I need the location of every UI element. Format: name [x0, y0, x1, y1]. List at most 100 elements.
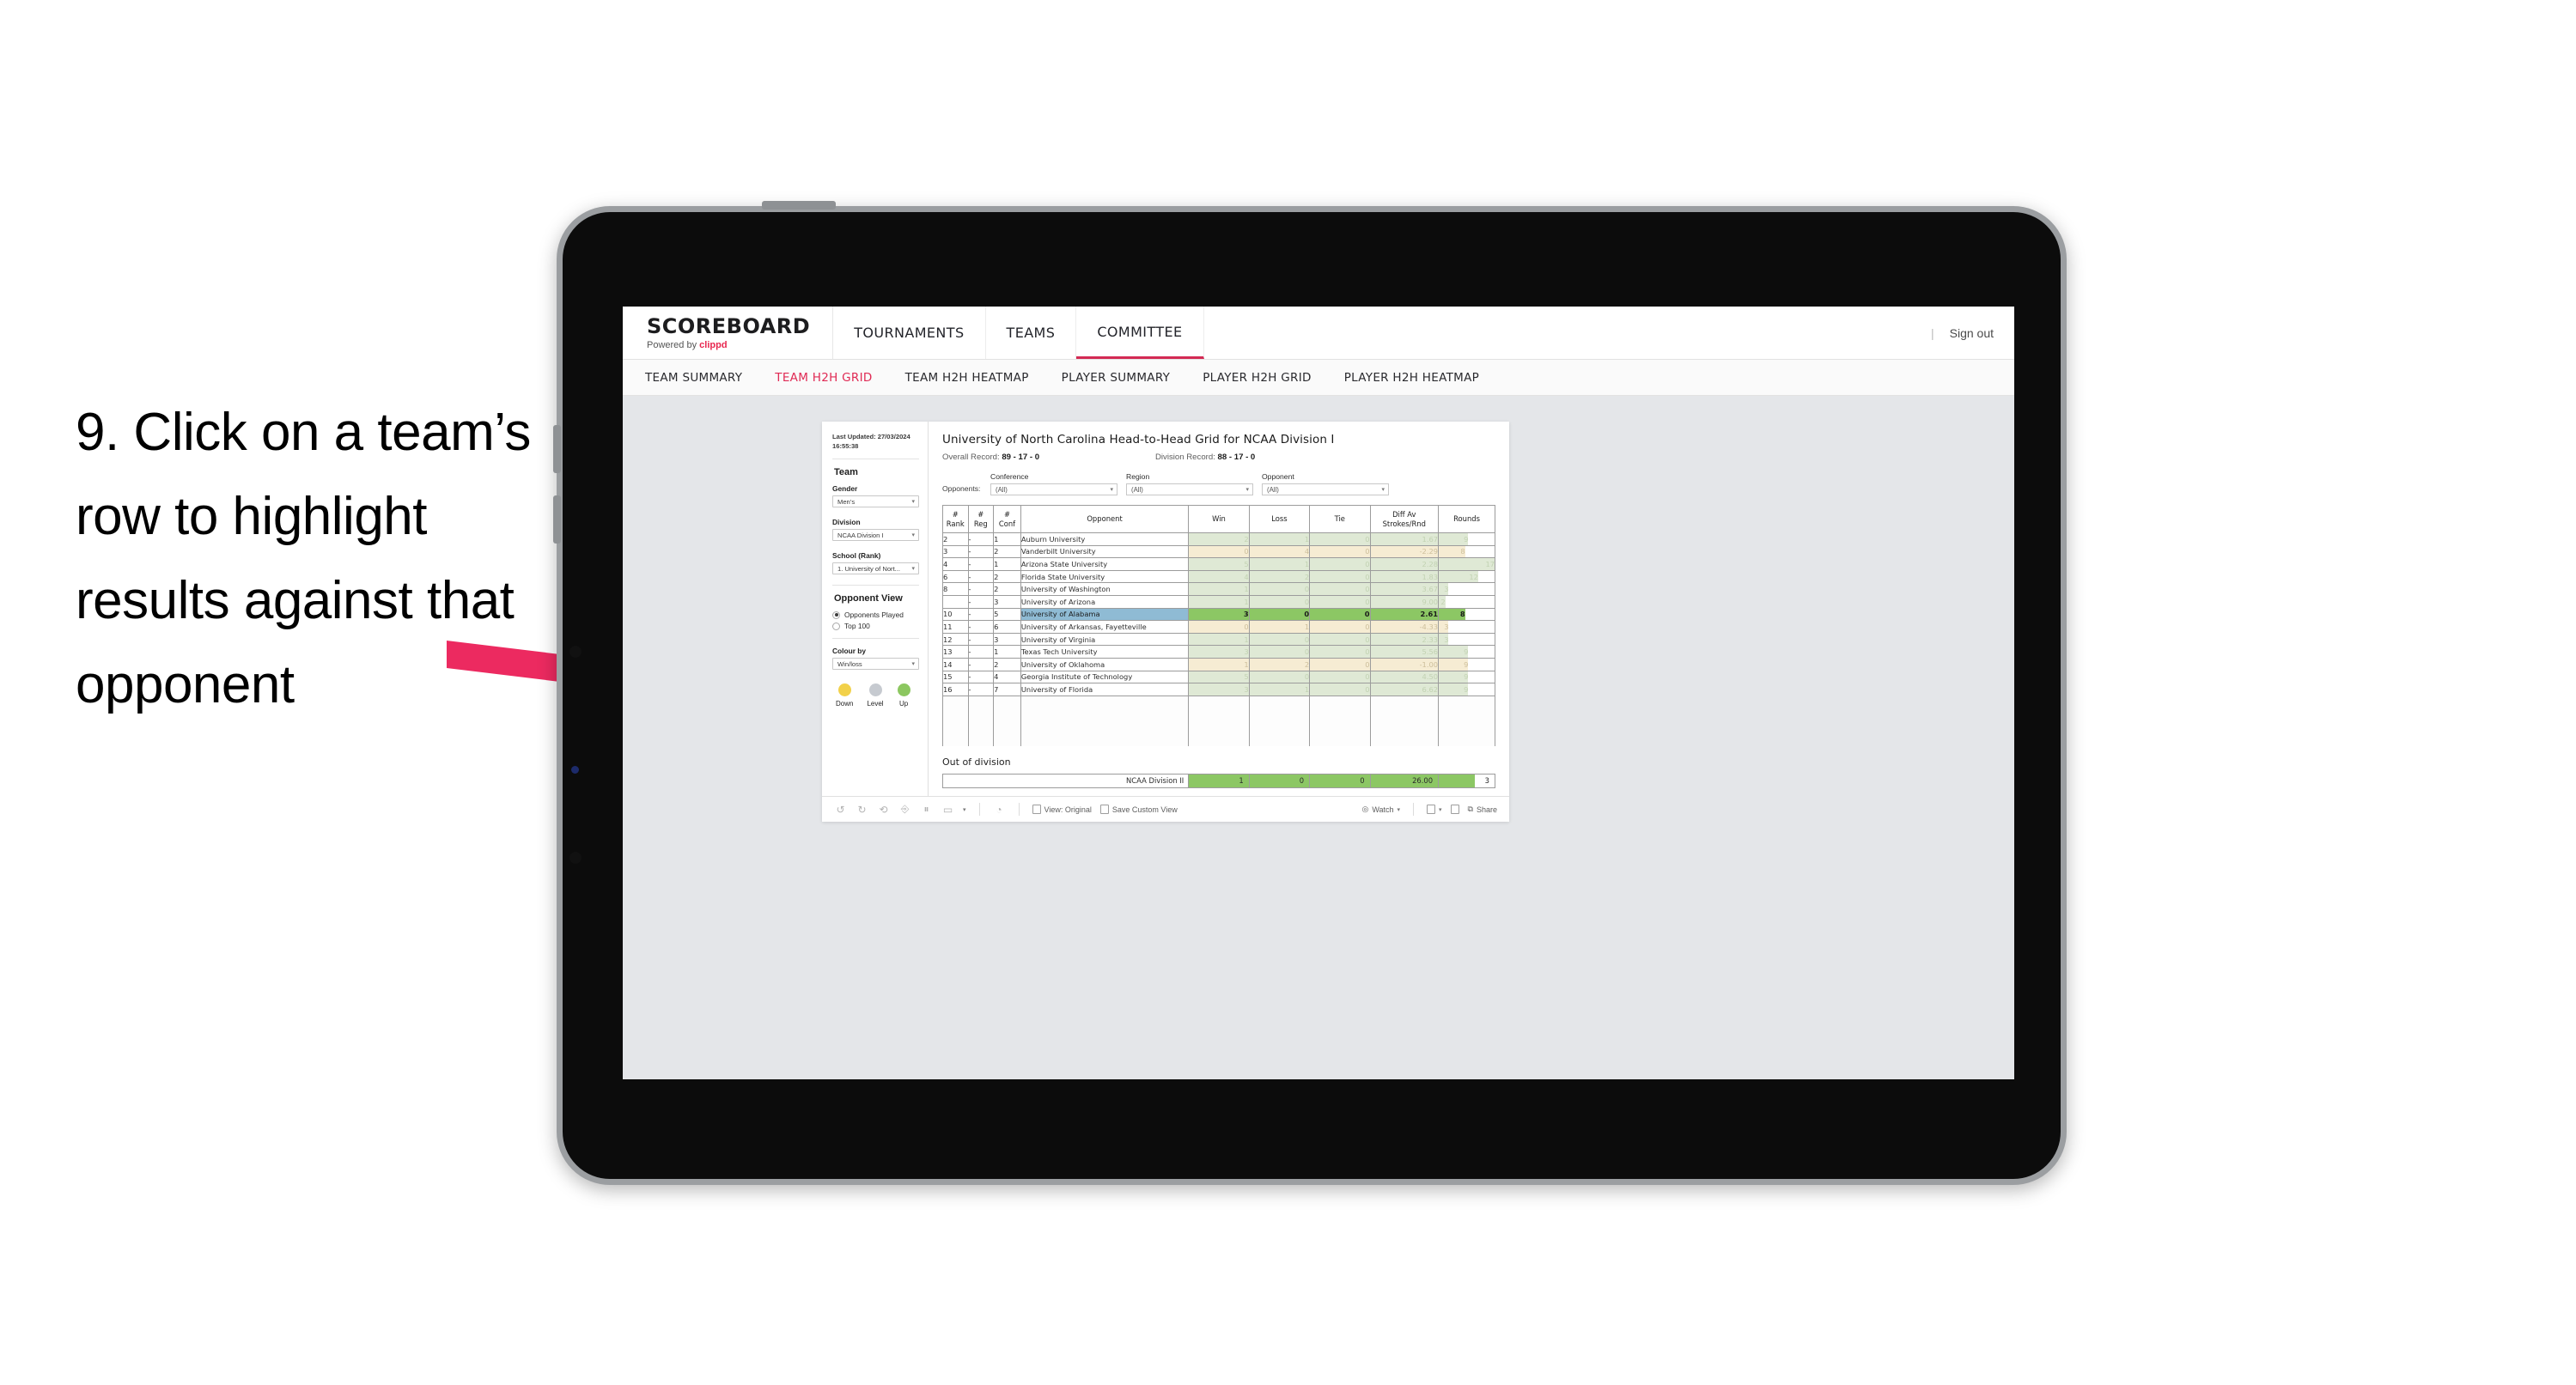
cell-opponent: University of Arkansas, Fayetteville	[1020, 620, 1190, 634]
nav-item-committee[interactable]: COMMITTEE	[1076, 307, 1204, 359]
opponent-filter-value: (All)	[1267, 485, 1279, 494]
chevron-down-icon: ▾	[1397, 806, 1401, 813]
save-custom-view-button[interactable]: Save Custom View	[1099, 805, 1178, 814]
cell-rank: 10	[942, 607, 969, 622]
legend-item-level: Level	[867, 683, 884, 708]
cell-reg: -	[967, 607, 995, 622]
cell-loss: 1	[1248, 532, 1311, 546]
conference-filter: Conference (All) ▾	[990, 472, 1117, 495]
conference-filter-select[interactable]: (All) ▾	[990, 483, 1117, 495]
share-button[interactable]: ⧉ Share	[1468, 805, 1497, 814]
nav-item-teams[interactable]: TEAMS	[986, 307, 1077, 359]
filler-cell	[942, 720, 969, 733]
sensor-dot	[571, 766, 579, 774]
tab-team-h2h-grid[interactable]: TEAM H2H GRID	[775, 371, 872, 385]
cell-opponent: Vanderbilt University	[1020, 544, 1190, 559]
redo-icon[interactable]: ↻	[856, 803, 868, 816]
cell-diff: 5.56	[1369, 645, 1440, 659]
table-row[interactable]: 8-2 University of Washington 1 0 0 3.67 3	[942, 582, 1495, 596]
filler-cell	[1369, 720, 1440, 733]
view-original-button[interactable]: View: Original	[1032, 805, 1092, 814]
cell-rounds: 3	[1438, 632, 1495, 647]
cell-rank: 16	[942, 683, 969, 696]
cell-reg: -	[967, 632, 995, 647]
cell-tie: 0	[1309, 670, 1371, 684]
division-value: NCAA Division I	[837, 531, 884, 539]
legend-swatch-down	[837, 683, 851, 696]
table-row[interactable]: 15-4 Georgia Institute of Technology 5 0 0 4.…	[942, 670, 1495, 684]
brand-name: SCOREBOARD	[647, 313, 811, 338]
filler-cell	[1309, 733, 1371, 746]
cell-rounds: 9	[1438, 645, 1495, 659]
cell-opponent: University of Oklahoma	[1020, 657, 1190, 671]
undo-icon[interactable]: ↺	[834, 803, 847, 816]
revert-icon[interactable]: ⟲	[877, 803, 890, 816]
table-row[interactable]: 14-2 University of Oklahoma 1 2 0 -1.00 9	[942, 657, 1495, 671]
tab-team-summary[interactable]: TEAM SUMMARY	[645, 371, 742, 385]
fullscreen-button[interactable]	[1450, 805, 1459, 814]
filler-cell	[967, 720, 995, 733]
radio-top-100[interactable]: Top 100	[832, 622, 919, 630]
cell-diff: 3.67	[1369, 582, 1440, 596]
refresh-icon[interactable]: ⎆	[898, 803, 911, 816]
nav-item-tournaments[interactable]: TOURNAMENTS	[833, 307, 986, 359]
rounds-value: 3	[1444, 585, 1449, 594]
table-row[interactable]: 2-1 Auburn University 2 1 0 1.67 9	[942, 532, 1495, 546]
division-select[interactable]: NCAA Division I ▾	[832, 529, 919, 541]
cell-reg: -	[967, 557, 995, 571]
last-updated-date: Last Updated: 27/03/2024	[832, 433, 910, 440]
tab-player-h2h-heatmap[interactable]: PLAYER H2H HEATMAP	[1344, 371, 1479, 385]
table-row[interactable]: 13-1 Texas Tech University 3 0 0 5.56 9	[942, 645, 1495, 659]
cell-tie: 0	[1309, 607, 1371, 622]
download-button[interactable]: ▾	[1427, 805, 1442, 814]
region-filter-select[interactable]: (All) ▾	[1126, 483, 1253, 495]
table-row[interactable]: 12-3 University of Virginia 1 0 0 2.33 3	[942, 632, 1495, 647]
chevron-down-icon: ▾	[911, 566, 915, 572]
cell-loss: 2	[1248, 657, 1311, 671]
opponent-filter-select[interactable]: (All) ▾	[1262, 483, 1389, 495]
slide-root: 9. Click on a team’s row to highlight re…	[0, 0, 2576, 1385]
opponent-filters: Opponents: Conference (All) ▾ Region (Al…	[942, 472, 1495, 495]
cell-conf: 1	[993, 645, 1021, 659]
region-filter: Region (All) ▾	[1126, 472, 1253, 495]
h2h-grid-head: # Rank # Reg # Conf Opponent Win Loss Tie D…	[942, 505, 1495, 533]
zoom-tool-icon[interactable]: ▭	[941, 803, 954, 816]
school-select[interactable]: 1. University of Nort... ▾	[832, 562, 919, 574]
cell-conf: 4	[993, 670, 1021, 684]
overall-record-value: 89 - 17 - 0	[1002, 453, 1040, 462]
filler-cell	[1020, 708, 1190, 721]
watch-button[interactable]: ◎ Watch ▾	[1361, 805, 1400, 814]
tab-player-summary[interactable]: PLAYER SUMMARY	[1062, 371, 1171, 385]
pause-refresh-icon[interactable]: ⏸	[920, 803, 933, 816]
cell-loss: 1	[1248, 557, 1311, 571]
table-row[interactable]: 11-6 University of Arkansas, Fayetteville…	[942, 620, 1495, 634]
h2h-header-row: # Rank # Reg # Conf Opponent Win Loss Tie D…	[942, 505, 1495, 533]
filler-cell	[1248, 696, 1311, 708]
cell-loss: 1	[1248, 620, 1311, 634]
tab-player-h2h-grid[interactable]: PLAYER H2H GRID	[1203, 371, 1312, 385]
table-row[interactable]: 6-2 Florida State University 4 2 0 1.83 12	[942, 569, 1495, 584]
tableau-toolbar: ↺ ↻ ⟲ ⎆ ⏸ ▭ ▾ ◔ View: Original Save Cust…	[822, 796, 1509, 822]
colour-by-select[interactable]: Win/loss ▾	[832, 658, 919, 670]
table-row[interactable]: -3 University of Arizona 1 0 0 9.00 2	[942, 594, 1495, 609]
power-button	[762, 201, 836, 210]
chevron-down-icon[interactable]: ▾	[963, 806, 966, 813]
filler-cell	[1020, 733, 1190, 746]
table-row[interactable]: 4-1 Arizona State University 5 1 0 2.28 17	[942, 557, 1495, 571]
data-details-icon[interactable]: ◔	[993, 803, 1006, 816]
cell-win: 1	[1188, 657, 1250, 671]
table-row[interactable]: 16-7 University of Florida 3 1 0 6.62 9	[942, 683, 1495, 696]
sign-out-link[interactable]: Sign out	[1950, 326, 1994, 340]
records-row: Overall Record: 89 - 17 - 0 Division Rec…	[942, 453, 1495, 462]
table-row[interactable]: 3-2 Vanderbilt University 0 4 0 -2.29 8	[942, 544, 1495, 559]
col-rank: # Rank	[942, 505, 969, 533]
cell-rank: 15	[942, 670, 969, 684]
rounds-value: 3	[1444, 635, 1449, 644]
rounds-value: 2	[1440, 597, 1446, 606]
table-row[interactable]: 10-5 University of Alabama 3 0 0 2.61 8	[942, 607, 1495, 622]
radio-opponents-played[interactable]: Opponents Played	[832, 610, 919, 619]
gender-select[interactable]: Men’s ▾	[832, 495, 919, 507]
out-of-division-row[interactable]: NCAA Division II 1 0 0 26.00 3	[941, 773, 1495, 788]
cell-opponent: University of Florida	[1020, 683, 1190, 696]
tab-team-h2h-heatmap[interactable]: TEAM H2H HEATMAP	[905, 371, 1029, 385]
